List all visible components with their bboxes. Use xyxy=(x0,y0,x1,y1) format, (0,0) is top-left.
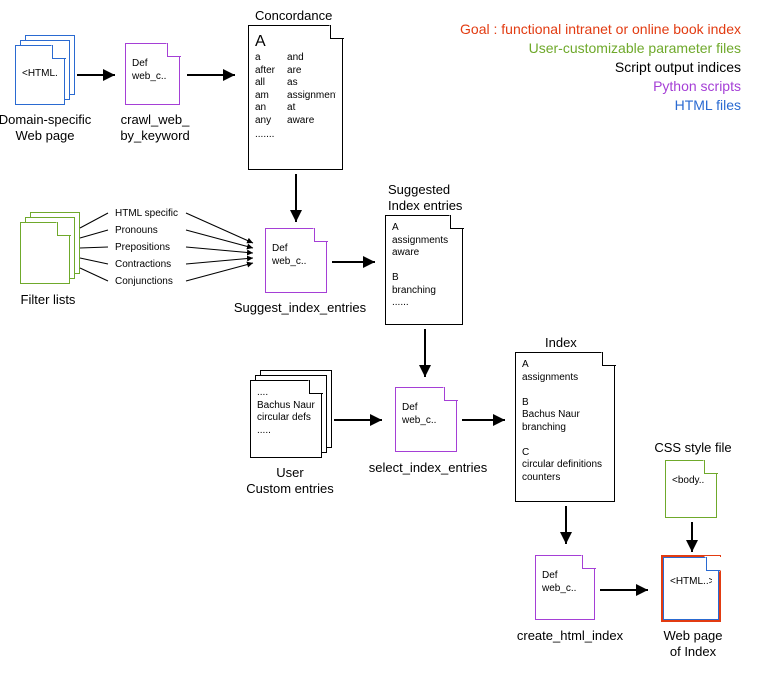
index-label: Index xyxy=(545,335,605,351)
createhtml-script-snippet: Def web_c.. xyxy=(542,570,588,613)
diagram-canvas: { "legend": { "goal": "Goal : functional… xyxy=(0,0,761,682)
filter-line-pronouns: Pronouns xyxy=(115,222,178,239)
concordance-label: Concordance xyxy=(255,8,355,24)
concordance-col2: and are as assignments at aware xyxy=(287,52,336,127)
webpage-index-node: <HTML..> xyxy=(663,557,719,620)
arrow-usercustom-to-select xyxy=(332,410,392,430)
arrow-concordance-to-suggest xyxy=(286,172,306,232)
domain-webpage-label: Domain-specific Web page xyxy=(0,112,95,143)
arrow-createhtml-to-webpage xyxy=(598,580,658,600)
webpage-index-snippet: <HTML..> xyxy=(670,576,712,613)
filter-line-conjunctions: Conjunctions xyxy=(115,273,178,290)
arrow-suggested-to-select xyxy=(415,327,435,387)
arrow-index-to-createhtml xyxy=(556,504,576,554)
css-file-node: <body.. xyxy=(665,460,717,518)
crawl-script-label: crawl_web_ by_keyword xyxy=(110,112,200,143)
arrow-select-to-index xyxy=(460,410,515,430)
arrow-suggest-to-suggested xyxy=(330,252,385,272)
legend: Goal : functional intranet or online boo… xyxy=(460,20,741,114)
select-script-node: Def web_c.. xyxy=(395,387,457,452)
concordance-node: A a after all am an any and are as assig… xyxy=(248,25,343,170)
suggested-node: A assignments aware B branching ...... xyxy=(385,215,463,325)
suggest-script-label: Suggest_index_entries xyxy=(230,300,370,316)
user-custom-body: .... Bachus Naur circular defs ..... xyxy=(257,387,315,451)
legend-python: Python scripts xyxy=(460,77,741,96)
select-script-snippet: Def web_c.. xyxy=(402,402,450,445)
createhtml-script-label: create_html_index xyxy=(510,628,630,644)
crawl-script-node: Def web_c.. xyxy=(125,43,180,105)
user-custom-node: .... Bachus Naur circular defs ..... xyxy=(250,380,322,458)
legend-param: User-customizable parameter files xyxy=(460,39,741,58)
filter-line-prepositions: Prepositions xyxy=(115,239,178,256)
legend-output: Script output indices xyxy=(460,58,741,77)
filter-list-lines: HTML specific Pronouns Prepositions Cont… xyxy=(115,205,178,290)
css-file-snippet: <body.. xyxy=(672,475,710,511)
createhtml-script-node: Def web_c.. xyxy=(535,555,595,620)
concordance-heading: A xyxy=(255,32,336,52)
domain-webpage-node: <HTML..> xyxy=(15,45,65,105)
concordance-col1: a after all am an any xyxy=(255,52,275,127)
user-custom-label: User Custom entries xyxy=(240,465,340,496)
arrow-crawl-to-concordance xyxy=(185,65,245,85)
legend-html: HTML files xyxy=(460,96,741,115)
index-body: A assignments B Bachus Naur branching C … xyxy=(522,359,608,495)
legend-goal: Goal : functional intranet or online boo… xyxy=(460,20,741,39)
suggested-label: Suggested Index entries xyxy=(388,182,488,213)
suggest-script-snippet: Def web_c.. xyxy=(272,243,320,286)
suggested-body: A assignments aware B branching ...... xyxy=(392,222,456,318)
concordance-dots: ....... xyxy=(255,129,336,142)
suggest-script-node: Def web_c.. xyxy=(265,228,327,293)
select-script-label: select_index_entries xyxy=(363,460,493,476)
filter-lists-label: Filter lists xyxy=(8,292,88,308)
css-file-label: CSS style file xyxy=(648,440,738,456)
arrow-domain-to-crawl xyxy=(75,65,125,85)
webpage-index-label: Web page of Index xyxy=(648,628,738,659)
domain-webpage-snippet: <HTML..> xyxy=(22,68,58,98)
filter-line-html: HTML specific xyxy=(115,205,178,222)
arrow-css-to-webpage xyxy=(682,520,702,560)
index-node: A assignments B Bachus Naur branching C … xyxy=(515,352,615,502)
crawl-script-snippet: Def web_c.. xyxy=(132,58,173,98)
filter-lists-node xyxy=(20,222,70,284)
filter-line-contractions: Contractions xyxy=(115,256,178,273)
